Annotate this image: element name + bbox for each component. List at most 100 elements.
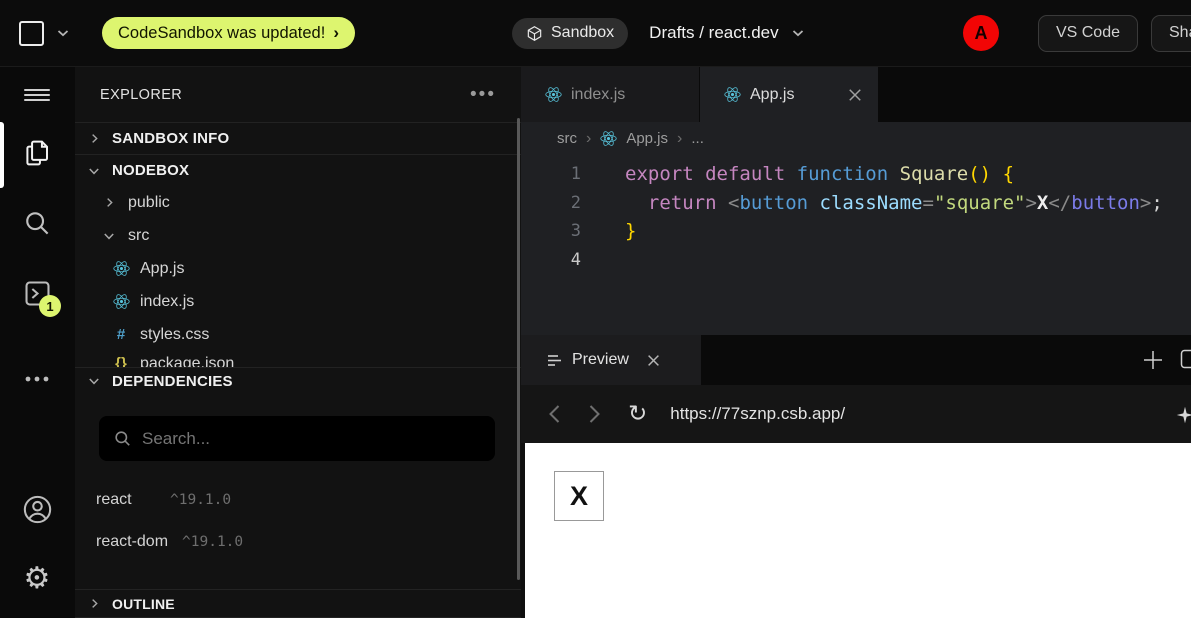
editor-breadcrumb: src › App.js › ... <box>521 122 1191 155</box>
breadcrumb-tail[interactable]: ... <box>691 130 704 147</box>
tree-item-label: styles.css <box>140 326 209 344</box>
editor-tab-label: App.js <box>750 86 794 104</box>
account-icon[interactable] <box>17 489 57 529</box>
code-text <box>589 246 625 275</box>
code-text: export default function Square() { <box>589 160 1014 189</box>
back-icon[interactable] <box>548 404 561 424</box>
chevron-right-icon <box>85 133 103 144</box>
chevron-right-icon: › <box>677 130 682 148</box>
react-icon <box>112 293 130 310</box>
code-line-2: 2 return <button className="square">X</b… <box>521 189 1191 218</box>
editor-tab-app-js[interactable]: App.js <box>700 67 879 122</box>
preview-tab-label: Preview <box>572 351 629 369</box>
file-tree: public src App.js index.js # styles.css {}pack… <box>75 186 521 367</box>
preview-url[interactable]: https://77sznp.csb.app/ <box>670 404 845 424</box>
chevron-down-icon <box>85 375 103 387</box>
active-view-indicator <box>0 122 4 188</box>
tree-item-label: package.json <box>140 355 234 367</box>
tree-item-src[interactable]: src <box>75 219 521 252</box>
menu-icon[interactable] <box>17 75 57 115</box>
react-icon <box>112 260 130 277</box>
breadcrumb-file[interactable]: App.js <box>626 130 668 147</box>
add-preview-icon[interactable] <box>1142 349 1164 371</box>
topbar-right: A VS Code Share <box>963 0 1191 66</box>
search-icon[interactable] <box>17 203 57 243</box>
section-nodebox[interactable]: NODEBOX <box>75 154 521 186</box>
chevron-down-icon <box>85 165 103 177</box>
tree-item-package-json[interactable]: {}package.json <box>75 351 521 367</box>
settings-gear-icon[interactable]: ⚙ <box>17 559 57 599</box>
chevron-down-icon[interactable] <box>792 29 804 37</box>
preview-viewport: X <box>521 443 1191 618</box>
explorer-more-icon[interactable]: ••• <box>470 84 496 106</box>
update-banner-label: CodeSandbox was updated! <box>118 24 325 43</box>
vscode-button[interactable]: VS Code <box>1038 15 1138 52</box>
sparkle-icon[interactable] <box>1174 404 1191 431</box>
codesandbox-logo-icon[interactable] <box>19 21 44 46</box>
sidebar-scrollbar[interactable] <box>517 118 520 580</box>
tree-item-styles-css[interactable]: # styles.css <box>75 318 521 351</box>
preview-tab-strip: Preview <box>521 335 1191 385</box>
list-icon <box>547 354 562 367</box>
dependency-version: ^19.1.0 <box>170 492 231 508</box>
code-line-1: 1export default function Square() { <box>521 160 1191 189</box>
dependency-react-dom[interactable]: react-dom^19.1.0 <box>75 521 521 563</box>
react-icon <box>600 130 617 147</box>
chevron-right-icon: › <box>586 130 591 148</box>
explorer-files-icon[interactable] <box>17 133 57 173</box>
more-actions-icon[interactable] <box>17 359 57 399</box>
code-text: } <box>589 217 636 246</box>
line-number: 1 <box>521 160 589 189</box>
refresh-icon[interactable]: ↻ <box>628 403 647 426</box>
chevron-down-icon <box>100 230 118 242</box>
section-dependencies[interactable]: DEPENDENCIES <box>75 367 521 394</box>
top-bar: CodeSandbox was updated! › Sandbox Draft… <box>0 0 1191 67</box>
editor-tab-index-js[interactable]: index.js <box>521 67 700 122</box>
forward-icon[interactable] <box>588 404 601 424</box>
explorer-sidebar: EXPLORER ••• SANDBOX INFO NODEBOX public… <box>75 67 521 618</box>
tree-item-app-js[interactable]: App.js <box>75 252 521 285</box>
code-editor[interactable]: 1export default function Square() {2 ret… <box>521 155 1191 335</box>
dependency-react[interactable]: react ^19.1.0 <box>75 479 521 521</box>
chevron-down-icon[interactable] <box>57 29 69 37</box>
project-breadcrumb[interactable]: Drafts / react.dev <box>649 23 778 43</box>
tree-item-label: public <box>128 194 170 212</box>
terminal-icon[interactable]: 1 <box>17 273 57 313</box>
section-sandbox-info[interactable]: SANDBOX INFO <box>75 122 521 154</box>
preview-tab[interactable]: Preview <box>521 335 701 385</box>
close-icon[interactable] <box>848 88 862 102</box>
share-button[interactable]: Share <box>1151 15 1191 52</box>
tree-item-public[interactable]: public <box>75 186 521 219</box>
tree-item-label: index.js <box>140 293 194 311</box>
css-icon: # <box>112 326 130 343</box>
dependencies-list: react ^19.1.0 react-dom^19.1.0 <box>75 479 521 563</box>
chevron-right-icon <box>85 598 103 609</box>
code-line-3: 3} <box>521 217 1191 246</box>
code-line-4: 4 <box>521 246 1191 275</box>
chevron-right-icon <box>100 197 118 208</box>
editor-column: index.js App.js src › App.js › ... 1expor… <box>521 67 1191 618</box>
sandbox-badge-label: Sandbox <box>551 24 614 42</box>
chevron-right-icon: › <box>333 23 339 43</box>
tree-item-label: App.js <box>140 260 184 278</box>
user-avatar[interactable]: A <box>963 15 999 51</box>
code-text: return <button className="square">X</but… <box>589 189 1163 218</box>
react-icon <box>724 86 741 103</box>
activity-bar: 1 ⚙ <box>0 67 75 618</box>
dependency-search-input[interactable] <box>142 429 481 449</box>
preview-nav-bar: ↻ https://77sznp.csb.app/ <box>521 385 1191 443</box>
tree-item-index-js[interactable]: index.js <box>75 285 521 318</box>
sandbox-badge[interactable]: Sandbox <box>512 18 628 49</box>
layout-icon[interactable] <box>1180 349 1191 369</box>
preview-square-button[interactable]: X <box>554 471 604 521</box>
cube-icon <box>526 25 543 42</box>
update-banner-button[interactable]: CodeSandbox was updated! › <box>102 17 355 49</box>
breadcrumb-folder[interactable]: src <box>557 130 577 147</box>
search-icon <box>113 429 132 448</box>
editor-tab-bar: index.js App.js <box>521 67 1191 122</box>
dependency-name: react <box>96 491 156 509</box>
line-number: 3 <box>521 217 589 246</box>
close-icon[interactable] <box>647 354 660 367</box>
react-icon <box>545 86 562 103</box>
section-outline[interactable]: OUTLINE <box>75 589 521 618</box>
